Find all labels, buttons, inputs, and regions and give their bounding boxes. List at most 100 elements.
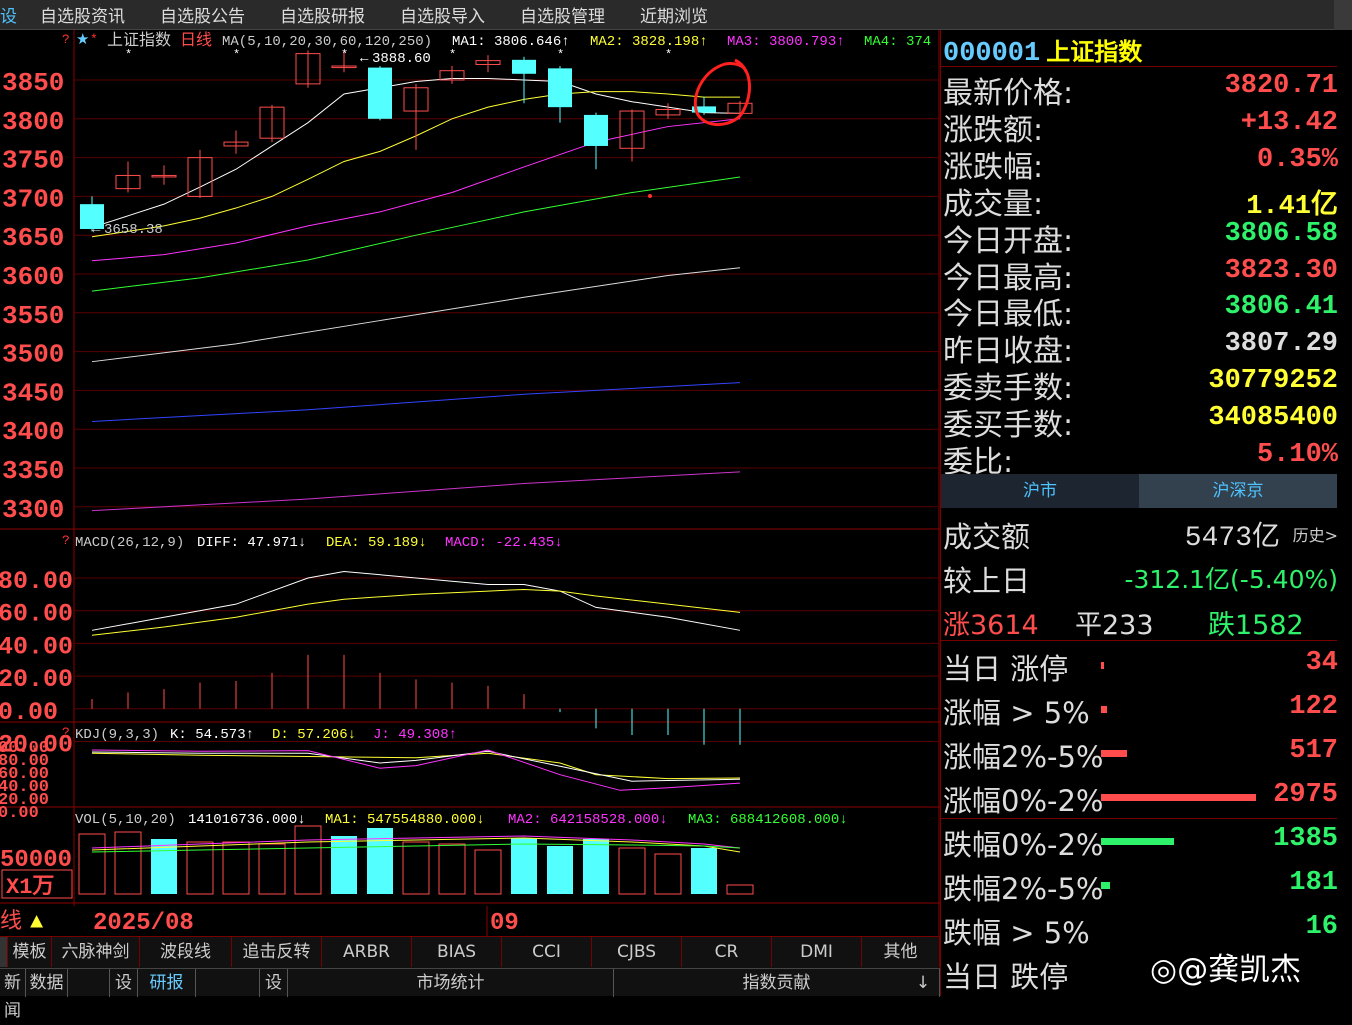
stat-row: 涨幅2%-5% 517 bbox=[943, 732, 1338, 776]
price-axis-label: 3600 bbox=[2, 262, 64, 292]
tab-zhuiji[interactable]: 追击反转 bbox=[232, 937, 322, 967]
menu-watchlist-manage[interactable]: 自选股管理 bbox=[520, 2, 605, 27]
volume-bar bbox=[618, 847, 646, 895]
stat-value: 517 bbox=[1289, 736, 1338, 766]
tab-market-stats[interactable]: 市场统计 bbox=[288, 969, 614, 997]
quote-row: 今日最高: 3823.30 bbox=[943, 253, 1338, 296]
divider bbox=[941, 818, 1337, 819]
menu-watchlist-import[interactable]: 自选股导入 bbox=[400, 2, 485, 27]
volume-bar bbox=[78, 833, 106, 895]
date-label-sep: 09 bbox=[490, 910, 519, 936]
kline-chart[interactable]: ? ★ * 上证指数 日线 MA(5,10,20,30,60,120,250) … bbox=[0, 30, 940, 937]
macd-diff: DIFF: 47.971↓ bbox=[197, 535, 306, 551]
vol-ma3: MA3: 688412608.000↓ bbox=[688, 812, 848, 828]
tab-blank-2[interactable] bbox=[196, 969, 260, 997]
tab-news[interactable]: 新闻 bbox=[0, 969, 26, 1021]
volume-bar bbox=[654, 853, 682, 895]
quote-row: 最新价格: 3820.71 bbox=[943, 68, 1338, 111]
tab-bias[interactable]: BIAS bbox=[412, 937, 502, 967]
tab-settings-2[interactable]: 设 bbox=[260, 969, 288, 997]
tab-sh-sz-bj[interactable]: 沪深京 bbox=[1139, 474, 1337, 508]
indicator-tab-bar: 模板 六脉神剑 波段线 追击反转 ARBR BIAS CCI CJBS CR D… bbox=[0, 936, 940, 968]
menu-watchlist-research[interactable]: 自选股研报 bbox=[280, 2, 365, 27]
tab-data[interactable]: 数据 bbox=[26, 969, 68, 997]
event-marker: * bbox=[125, 48, 132, 62]
turnover-value: 5473亿 bbox=[1184, 523, 1280, 554]
quote-header: 000001 上证指数 bbox=[943, 32, 1142, 69]
tab-arbr[interactable]: ARBR bbox=[322, 937, 412, 967]
stat-bar bbox=[1101, 794, 1256, 801]
macd-marker: ? bbox=[62, 533, 70, 548]
stat-value: 34 bbox=[1305, 648, 1338, 678]
macd-value: MACD: -22.435↓ bbox=[445, 535, 563, 551]
price-axis-label: 3850 bbox=[2, 68, 64, 98]
stat-label: 当日 涨停 bbox=[943, 652, 1069, 686]
stat-bar bbox=[1101, 838, 1174, 845]
volume-bar bbox=[258, 843, 286, 895]
tab-cr[interactable]: CR bbox=[682, 937, 772, 967]
price-axis-label: 3350 bbox=[2, 456, 64, 486]
quote-value: 3823.30 bbox=[1224, 255, 1338, 286]
stat-bar bbox=[1101, 882, 1111, 889]
compare-value: -312.1亿(-5.40%) bbox=[1124, 565, 1338, 594]
volume-bar bbox=[511, 838, 537, 894]
macd-axis-label: 40.00 bbox=[0, 632, 73, 661]
tab-scroll-left[interactable] bbox=[0, 937, 8, 967]
kdj-j: J: 49.308↑ bbox=[373, 727, 457, 743]
turnover-row: 成交额 5473亿 历史> bbox=[943, 512, 1338, 556]
stock-code: 000001 bbox=[943, 39, 1041, 69]
info-marker: ? bbox=[62, 32, 70, 47]
tab-dmi[interactable]: DMI bbox=[772, 937, 862, 967]
menu-watchlist-news[interactable]: 自选股资讯 bbox=[40, 2, 125, 27]
quote-row: 今日最低: 3806.41 bbox=[943, 289, 1338, 332]
watermark-text: @龚凯杰 bbox=[1177, 952, 1302, 988]
stat-label: 涨幅0%-2% bbox=[943, 784, 1104, 818]
scrollbar[interactable] bbox=[1334, 0, 1352, 30]
tab-template[interactable]: 模板 bbox=[8, 937, 52, 967]
vol-ma2: MA2: 642158528.000↓ bbox=[508, 812, 668, 828]
history-link[interactable]: 历史> bbox=[1293, 522, 1338, 546]
tab-cjbs[interactable]: CJBS bbox=[592, 937, 682, 967]
market-tab-bar: 沪市 沪深京 bbox=[941, 474, 1337, 508]
tab-liumai[interactable]: 六脉神剑 bbox=[52, 937, 140, 967]
tab-index-contribution[interactable]: 指数贡献 bbox=[614, 969, 940, 997]
stat-bar bbox=[1101, 662, 1104, 669]
chart-period[interactable]: 日线 bbox=[180, 31, 212, 50]
stat-label: 跌幅2%-5% bbox=[943, 872, 1104, 906]
stock-name: 上证指数 bbox=[1046, 38, 1143, 66]
quote-value: 3806.58 bbox=[1224, 218, 1338, 249]
volume-bar bbox=[402, 841, 430, 895]
macd-axis-label: 60.00 bbox=[0, 600, 73, 629]
kdj-k-line bbox=[91, 750, 741, 782]
stat-row: 涨幅 > 5% 122 bbox=[943, 688, 1338, 732]
high-label: 3888.60 bbox=[372, 51, 431, 67]
quote-value: 3807.29 bbox=[1224, 329, 1338, 360]
tab-other[interactable]: 其他 bbox=[862, 937, 940, 967]
menu-watchlist-notices[interactable]: 自选股公告 bbox=[160, 2, 245, 27]
stat-row: 跌幅2%-5% 181 bbox=[943, 864, 1338, 908]
compare-row: 较上日 -312.1亿(-5.40%) bbox=[943, 556, 1338, 600]
ma2-value: MA2: 3828.198↑ bbox=[590, 34, 708, 50]
menu-settings[interactable]: 设 bbox=[0, 2, 17, 27]
tab-bodunxian[interactable]: 波段线 bbox=[140, 937, 232, 967]
tab-blank-1[interactable] bbox=[68, 969, 110, 997]
tab-research[interactable]: 研报 bbox=[138, 969, 196, 997]
arrow-down-icon[interactable]: ↓ bbox=[906, 969, 940, 997]
warning-icon: ▲ bbox=[30, 910, 44, 935]
price-axis-label: 3500 bbox=[2, 340, 64, 370]
flat-count: 平233 bbox=[1075, 610, 1154, 641]
tab-settings-1[interactable]: 设 bbox=[110, 969, 138, 997]
stat-label: 涨幅2%-5% bbox=[943, 740, 1104, 774]
divider bbox=[941, 640, 1337, 641]
price-axis-label: 3650 bbox=[2, 223, 64, 253]
volume-bar bbox=[114, 831, 142, 895]
low-marker: ← bbox=[92, 222, 101, 238]
volume-bar bbox=[294, 825, 322, 895]
star-icon[interactable]: ★ bbox=[76, 32, 89, 49]
line-mode-label[interactable]: 线 bbox=[0, 909, 22, 935]
tab-cci[interactable]: CCI bbox=[502, 937, 592, 967]
stat-value: 122 bbox=[1289, 692, 1338, 722]
tab-sh-market[interactable]: 沪市 bbox=[941, 474, 1139, 508]
menu-recent-browse[interactable]: 近期浏览 bbox=[640, 2, 708, 27]
kdj-j-line bbox=[91, 749, 741, 791]
